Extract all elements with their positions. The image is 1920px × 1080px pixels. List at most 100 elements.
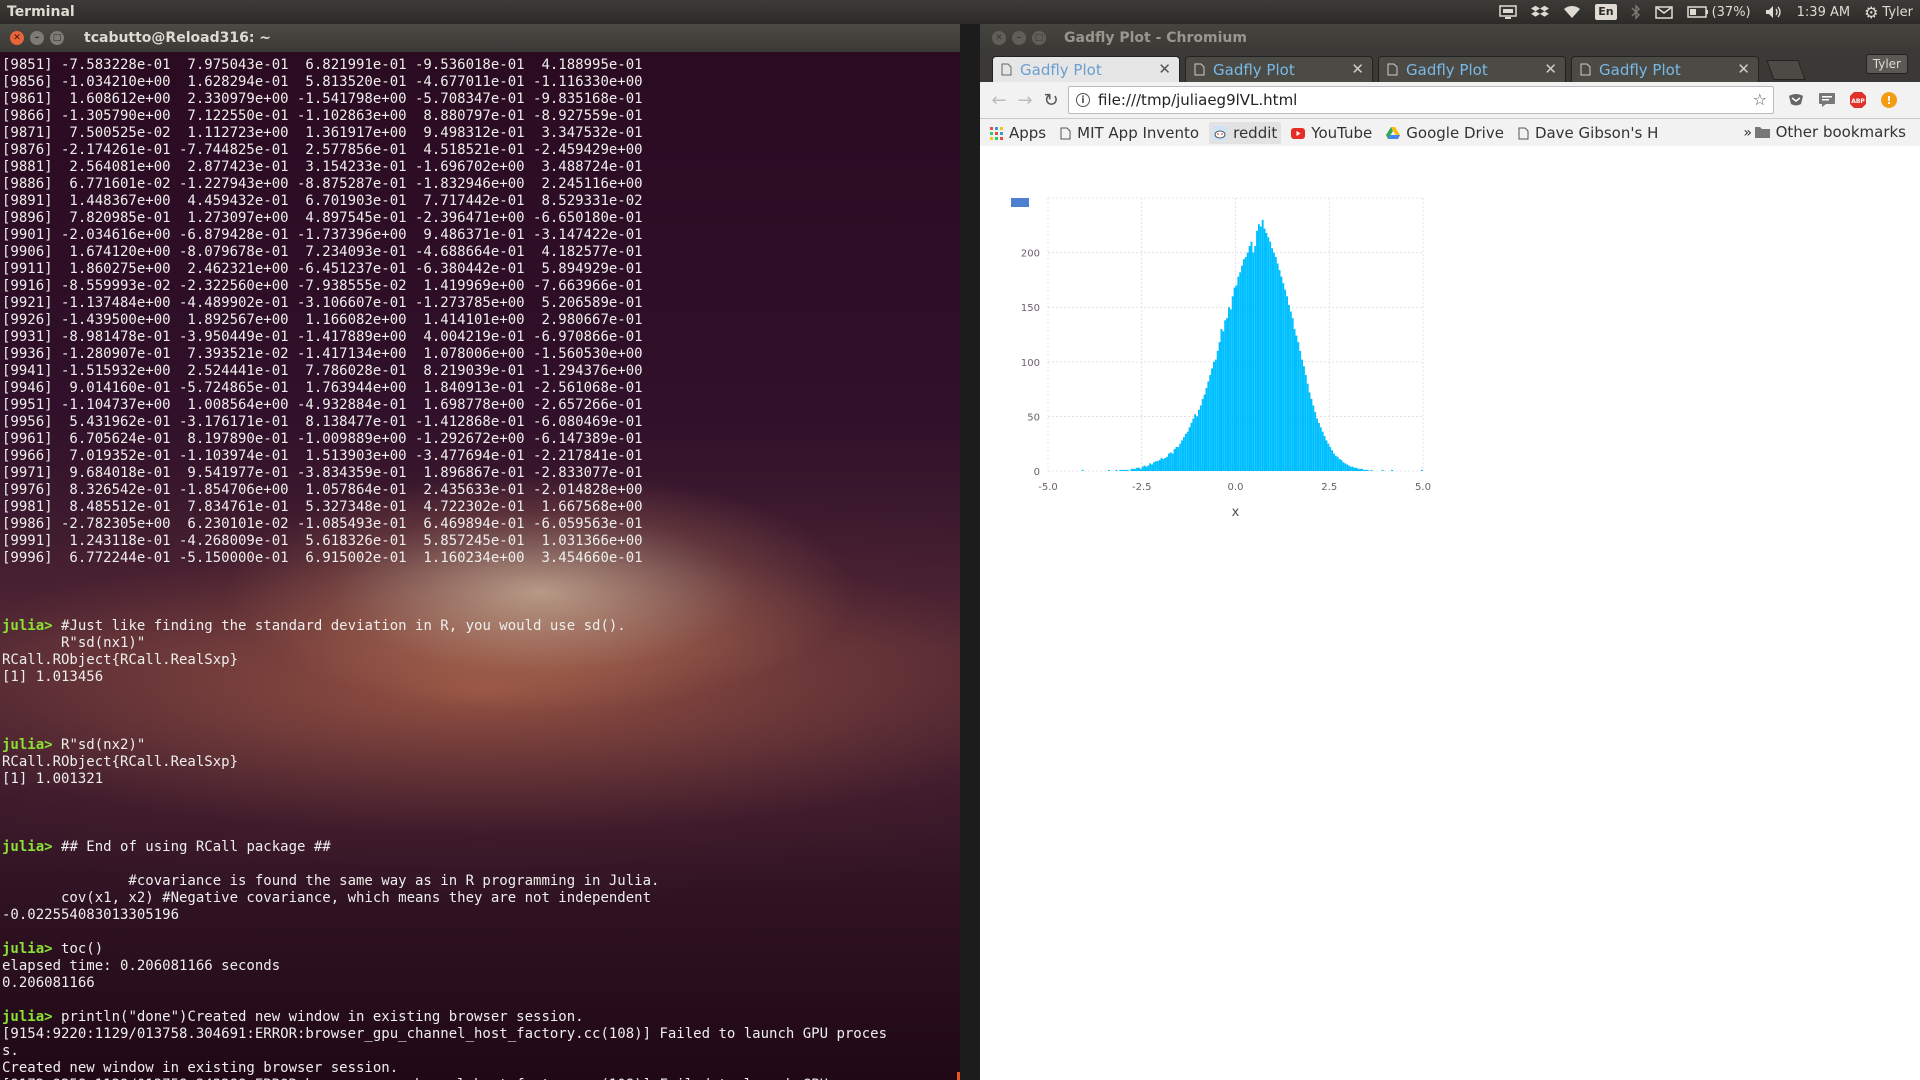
bookmark-mit-app-inventor[interactable]: MIT App Invento: [1060, 124, 1199, 142]
tab-label: Gadfly Plot: [1406, 60, 1488, 79]
terminal-line-text: [9886] 6.771601e-02 -1.227943e+00 -8.875…: [2, 176, 643, 192]
terminal-line: s.: [2, 1043, 887, 1060]
battery-indicator[interactable]: (37%): [1680, 0, 1758, 24]
back-arrow-icon[interactable]: ←: [986, 87, 1012, 113]
minimize-window-button[interactable]: –: [30, 31, 44, 45]
profile-button[interactable]: Tyler: [1865, 54, 1908, 74]
tab-gadfly-plot-1[interactable]: Gadfly Plot ✕: [992, 56, 1180, 82]
terminal-line-text: [9901] -2.034616e+00 -6.879428e-01 -1.73…: [2, 227, 643, 243]
terminal-line: [9956] 5.431962e-01 -3.176171e-01 8.1384…: [2, 414, 887, 431]
extension-chat-icon[interactable]: [1818, 91, 1836, 109]
terminal-line: #covariance is found the same way as in …: [2, 873, 887, 890]
info-icon[interactable]: i: [1076, 93, 1090, 107]
bookmark-youtube[interactable]: YouTube: [1291, 124, 1372, 142]
bookmark-star-icon[interactable]: ☆: [1753, 90, 1767, 109]
new-tab-button[interactable]: [1766, 60, 1806, 80]
browser-toolbar: ← → ↻ i file:///tmp/juliaeg9lVL.html ☆ A…: [980, 82, 1920, 119]
terminal-line-text: [9851] -7.583228e-01 7.975043e-01 6.8219…: [2, 57, 643, 73]
histogram-bar: [1209, 374, 1212, 471]
histogram-bar: [1216, 350, 1219, 471]
plot-controls-icon[interactable]: [1011, 198, 1029, 207]
browser-window[interactable]: ✕ – □ Gadfly Plot - Chromium Gadfly Plot…: [980, 24, 1920, 1080]
adblock-icon[interactable]: ABP: [1849, 91, 1867, 109]
volume-icon[interactable]: [1758, 0, 1790, 24]
clock[interactable]: 1:39 AM: [1790, 0, 1857, 24]
bookmark-apps[interactable]: Apps: [990, 124, 1046, 142]
maximize-window-button[interactable]: □: [50, 31, 64, 45]
tab-close-icon[interactable]: ✕: [1737, 60, 1750, 78]
alert-icon[interactable]: !: [1880, 91, 1898, 109]
tab-close-icon[interactable]: ✕: [1158, 60, 1171, 78]
terminal-line: [9951] -1.104737e+00 1.008564e+00 -4.932…: [2, 397, 887, 414]
terminal-scrollbar[interactable]: [957, 1072, 960, 1080]
keyboard-layout-indicator[interactable]: En: [1588, 0, 1623, 24]
bookmark-label: YouTube: [1311, 124, 1373, 142]
browser-close-button[interactable]: ✕: [992, 31, 1006, 45]
gadfly-histogram-plot[interactable]: -5.0 -2.5 0.0 2.5 5.0 0 50 100 150 200 x: [980, 146, 1500, 546]
tab-gadfly-plot-4[interactable]: Gadfly Plot ✕: [1571, 56, 1759, 82]
reload-icon[interactable]: ↻: [1038, 87, 1064, 113]
histogram-bar: [1173, 449, 1176, 471]
histogram-bar: [1265, 232, 1268, 471]
extension-shield-icon[interactable]: [1787, 91, 1805, 109]
user-menu[interactable]: ⚙ Tyler: [1857, 0, 1920, 24]
browser-minimize-button[interactable]: –: [1012, 31, 1026, 45]
other-bookmarks-folder[interactable]: Other bookmarks: [1754, 123, 1906, 141]
histogram-bar: [1123, 469, 1125, 471]
screen-icon[interactable]: [1492, 0, 1524, 24]
tab-gadfly-plot-3[interactable]: Gadfly Plot ✕: [1378, 56, 1566, 82]
terminal-body[interactable]: [9851] -7.583228e-01 7.975043e-01 6.8219…: [0, 52, 960, 1080]
julia-prompt: julia>: [2, 839, 62, 855]
terminal-line: [9996] 6.772244e-01 -5.150000e-01 6.9150…: [2, 550, 887, 567]
histogram-bar: [1301, 359, 1303, 471]
bluetooth-icon[interactable]: [1624, 0, 1648, 24]
bookmark-label: Apps: [1009, 124, 1047, 142]
terminal-line: [9926] -1.439500e+00 1.892567e+00 1.1660…: [2, 312, 887, 329]
tab-close-icon[interactable]: ✕: [1544, 60, 1557, 78]
histogram-bar: [1381, 469, 1384, 471]
histogram-bar: [1336, 456, 1339, 471]
close-window-button[interactable]: ✕: [10, 31, 24, 45]
histogram-bar: [1235, 285, 1238, 471]
histogram-bar: [1276, 263, 1279, 471]
bookmark-reddit[interactable]: reddit: [1209, 122, 1282, 144]
histogram-bar: [1143, 465, 1146, 471]
forward-arrow-icon[interactable]: →: [1012, 87, 1038, 113]
browser-titlebar[interactable]: ✕ – □ Gadfly Plot - Chromium: [980, 24, 1920, 52]
histogram-bar: [1124, 469, 1127, 471]
bookmark-google-drive[interactable]: Google Drive: [1386, 124, 1504, 142]
terminal-line-text: [9866] -1.305790e+00 7.122550e-01 -1.102…: [2, 108, 643, 124]
terminal-line-text: [9891] 1.448367e+00 4.459432e-01 6.70190…: [2, 193, 643, 209]
tab-close-icon[interactable]: ✕: [1351, 60, 1364, 78]
histogram-bar: [1304, 374, 1307, 471]
terminal-line-text: [9916] -8.559993e-02 -2.322560e+00 -7.93…: [2, 278, 643, 294]
bookmarks-overflow-chevron-icon[interactable]: »: [1743, 125, 1752, 141]
tab-gadfly-plot-2[interactable]: Gadfly Plot ✕: [1185, 56, 1373, 82]
terminal-titlebar[interactable]: ✕ – □ tcabutto@Reload316: ~: [0, 24, 960, 52]
histogram-bar: [1269, 241, 1272, 471]
mail-icon[interactable]: [1648, 0, 1680, 24]
page-icon: [1060, 127, 1071, 140]
histogram-bar: [1081, 469, 1084, 471]
histogram-bar: [1214, 359, 1217, 471]
browser-maximize-button[interactable]: □: [1032, 31, 1046, 45]
bookmark-dave-gibson[interactable]: Dave Gibson's H: [1518, 124, 1658, 142]
histogram-bar: [1156, 461, 1159, 471]
histogram-bar: [1237, 276, 1240, 471]
histogram-bar: [1171, 453, 1174, 471]
user-name: Tyler: [1882, 4, 1913, 20]
terminal-window[interactable]: ✕ – □ tcabutto@Reload316: ~ [9851] -7.58…: [0, 24, 960, 1080]
histogram-bar: [1233, 287, 1236, 471]
terminal-line-text: [9956] 5.431962e-01 -3.176171e-01 8.1384…: [2, 414, 643, 430]
terminal-line-text: R"sd(nx2)": [61, 737, 146, 753]
histogram-bar: [1198, 409, 1200, 471]
histogram-bar: [1205, 388, 1208, 471]
terminal-line-text: [9931] -8.981478e-01 -3.950449e-01 -1.41…: [2, 329, 643, 345]
dropbox-icon[interactable]: [1524, 0, 1556, 24]
address-bar[interactable]: i file:///tmp/juliaeg9lVL.html ☆: [1068, 86, 1774, 114]
histogram-bar: [1248, 246, 1251, 471]
wifi-icon[interactable]: [1556, 0, 1588, 24]
terminal-line-text: R"sd(nx1)": [2, 635, 146, 651]
x-axis-label: x: [1232, 505, 1240, 520]
